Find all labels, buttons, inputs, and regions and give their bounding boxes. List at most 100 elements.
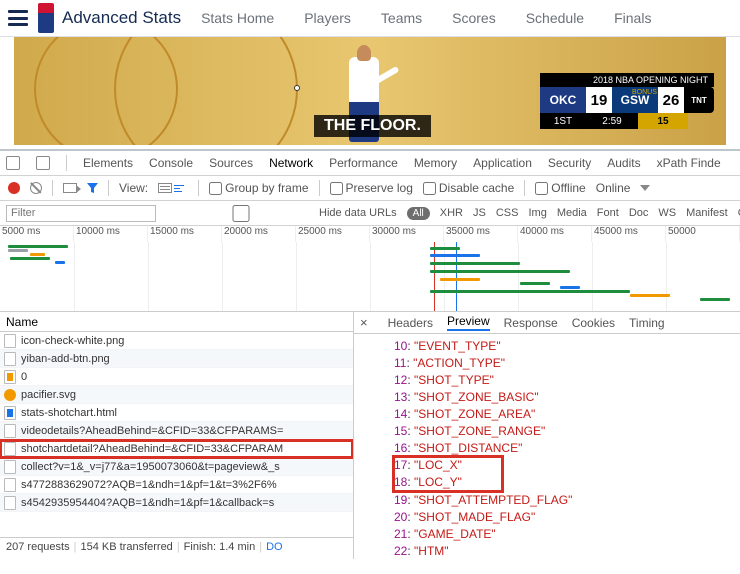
filter-xhr[interactable]: XHR (440, 207, 463, 219)
detail-tab-cookies[interactable]: Cookies (572, 316, 615, 330)
player-marker (294, 85, 300, 91)
online-label[interactable]: Online (596, 181, 631, 195)
devtools: Elements Console Sources Network Perform… (0, 149, 740, 559)
quarter: 1ST (540, 113, 586, 129)
nav-link[interactable]: Teams (381, 10, 422, 26)
filter-ws[interactable]: WS (658, 207, 676, 219)
request-name: shotchartdetail?AheadBehind=&CFID=33&CFP… (21, 443, 283, 455)
inspect-icon[interactable] (6, 156, 20, 170)
filter-img[interactable]: Img (528, 207, 546, 219)
detail-tab-timing[interactable]: Timing (629, 316, 665, 330)
request-row[interactable]: yiban-add-btn.png (0, 350, 353, 368)
request-row[interactable]: s4772883629072?AQB=1&ndh=1&pf=1&t=3%2F6% (0, 476, 353, 494)
detail-tab-response[interactable]: Response (504, 316, 558, 330)
record-icon[interactable] (8, 182, 20, 194)
tab-application[interactable]: Application (473, 156, 532, 170)
menu-icon[interactable] (8, 10, 28, 26)
json-row: 22: "HTM" (394, 543, 740, 559)
network-logo: TNT (684, 87, 714, 113)
tab-performance[interactable]: Performance (329, 156, 398, 170)
view-label: View: (119, 181, 148, 195)
request-row[interactable]: collect?v=1&_v=j77&a=1950073060&t=pagevi… (0, 458, 353, 476)
screenshot-icon[interactable] (63, 183, 77, 193)
request-name: videodetails?AheadBehind=&CFID=33&CFPARA… (21, 425, 283, 437)
view-mode-icons[interactable] (158, 183, 188, 193)
tab-sources[interactable]: Sources (209, 156, 253, 170)
nav-link[interactable]: Scores (452, 10, 496, 26)
transferred: 154 KB transferred (80, 541, 172, 556)
group-by-frame-checkbox[interactable]: Group by frame (209, 181, 308, 195)
tab-console[interactable]: Console (149, 156, 193, 170)
request-count: 207 requests (6, 541, 70, 556)
clear-icon[interactable] (30, 182, 42, 194)
file-icon (4, 406, 16, 420)
filter-font[interactable]: Font (597, 207, 619, 219)
filter-css[interactable]: CSS (496, 207, 519, 219)
tab-audits[interactable]: Audits (607, 156, 640, 170)
network-timeline[interactable]: 5000 ms10000 ms15000 ms20000 ms25000 ms3… (0, 226, 740, 312)
request-row[interactable]: pacifier.svg (0, 386, 353, 404)
filter-all[interactable]: All (407, 207, 430, 220)
json-row: 15: "SHOT_ZONE_RANGE" (394, 423, 740, 440)
json-row: 12: "SHOT_TYPE" (394, 372, 740, 389)
file-icon (4, 460, 16, 474)
name-column-header[interactable]: Name (0, 312, 353, 332)
json-row: 10: "EVENT_TYPE" (394, 338, 740, 355)
nav-link[interactable]: Schedule (526, 10, 584, 26)
request-name: collect?v=1&_v=j77&a=1950073060&t=pagevi… (21, 461, 280, 473)
tab-network[interactable]: Network (269, 156, 313, 170)
network-filter-bar: Hide data URLs All XHR JS CSS Img Media … (0, 201, 740, 226)
close-detail-icon[interactable]: × (360, 315, 368, 330)
detail-tab-preview[interactable]: Preview (447, 314, 490, 331)
tab-xpath[interactable]: xPath Finde (657, 156, 721, 170)
score1: 19 (586, 87, 612, 113)
filter-manifest[interactable]: Manifest (686, 207, 728, 219)
file-icon (4, 478, 16, 492)
detail-panel: × Headers Preview Response Cookies Timin… (354, 312, 740, 559)
json-row: 19: "SHOT_ATTEMPTED_FLAG" (394, 492, 740, 509)
video-hero[interactable]: THE FLOOR. 2018 NBA OPENING NIGHT BONUS … (14, 37, 726, 145)
nav-link[interactable]: Players (304, 10, 351, 26)
file-icon (4, 442, 16, 456)
nba-top-nav: Advanced Stats Stats Home Players Teams … (0, 0, 740, 37)
request-list-panel: Name icon-check-white.png yiban-add-btn.p… (0, 312, 354, 559)
throttle-dropdown-icon[interactable] (640, 185, 650, 191)
highlighted-json-rows: 17: "LOC_X"18: "LOC_Y" (394, 457, 502, 491)
request-row[interactable]: icon-check-white.png (0, 332, 353, 350)
filter-js[interactable]: JS (473, 207, 486, 219)
network-toolbar: View: Group by frame Preserve log Disabl… (0, 176, 740, 201)
json-row: 20: "SHOT_MADE_FLAG" (394, 509, 740, 526)
json-preview[interactable]: 10: "EVENT_TYPE"11: "ACTION_TYPE"12: "SH… (354, 334, 740, 559)
tab-security[interactable]: Security (548, 156, 591, 170)
request-name: yiban-add-btn.png (21, 353, 110, 365)
load-event-line (434, 242, 435, 312)
scorebug-headline: 2018 NBA OPENING NIGHT (540, 73, 714, 87)
filter-doc[interactable]: Doc (629, 207, 649, 219)
domcontent-line (456, 242, 457, 312)
request-row[interactable]: s4542935954404?AQB=1&ndh=1&pf=1&callback… (0, 494, 353, 512)
request-name: 0 (21, 371, 27, 383)
request-row[interactable]: 0 (0, 368, 353, 386)
nav-link[interactable]: Stats Home (201, 10, 274, 26)
preserve-log-checkbox[interactable]: Preserve log (330, 181, 413, 195)
request-row[interactable]: videodetails?AheadBehind=&CFID=33&CFPARA… (0, 422, 353, 440)
tab-memory[interactable]: Memory (414, 156, 457, 170)
offline-checkbox[interactable]: Offline (535, 181, 585, 195)
device-icon[interactable] (36, 156, 50, 170)
filter-input[interactable] (6, 205, 156, 222)
request-row[interactable]: shotchartdetail?AheadBehind=&CFID=33&CFP… (0, 440, 353, 458)
hide-data-urls-checkbox[interactable]: Hide data URLs (166, 205, 397, 222)
disable-cache-checkbox[interactable]: Disable cache (423, 181, 514, 195)
file-icon (4, 352, 16, 366)
nav-link[interactable]: Finals (614, 10, 651, 26)
detail-tab-headers[interactable]: Headers (388, 316, 433, 330)
tab-elements[interactable]: Elements (83, 156, 133, 170)
filter-icon[interactable] (87, 183, 98, 194)
detail-tabs: × Headers Preview Response Cookies Timin… (354, 312, 740, 334)
request-row[interactable]: stats-shotchart.html (0, 404, 353, 422)
request-name: s4772883629072?AQB=1&ndh=1&pf=1&t=3%2F6% (21, 479, 277, 491)
game-clock: 2:59 (586, 113, 638, 129)
file-icon (4, 496, 16, 510)
nba-logo[interactable] (38, 3, 54, 33)
filter-media[interactable]: Media (557, 207, 587, 219)
